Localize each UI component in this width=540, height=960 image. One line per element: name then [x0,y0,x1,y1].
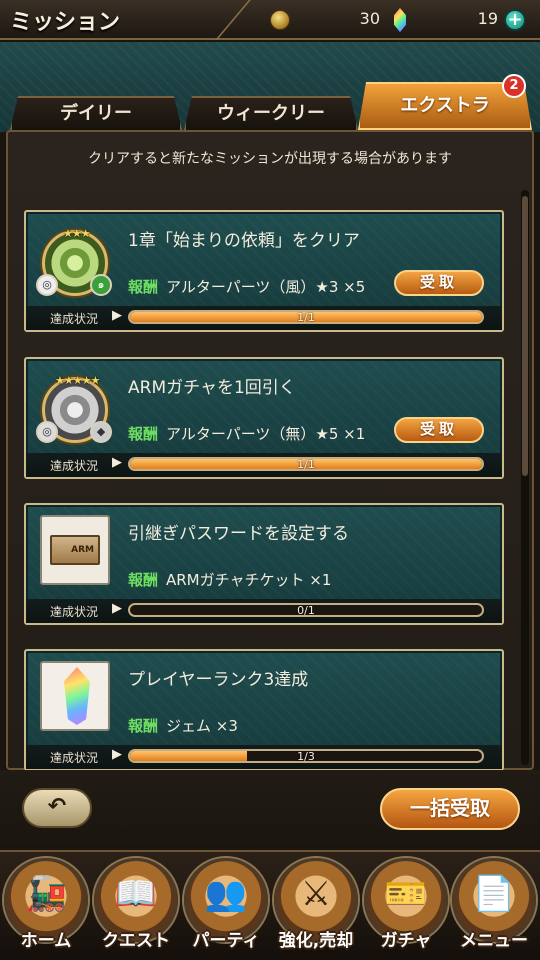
element-icon: ◎ [36,421,58,443]
notification-badge: 2 [502,74,526,98]
book-icon: 📖 [114,874,158,914]
reward-label: 報酬 [128,278,159,296]
reward-text: ARMガチャチケット ×1 [166,571,332,589]
back-button[interactable]: ↶ [22,788,92,828]
page-title: ミッション [10,10,121,35]
mission-card: プレイヤーランク3達成 報酬 ジェム ×3 達成状況 ▶ 1/3 [24,649,504,771]
status-label: 達成状況 [50,312,99,326]
status-label: 達成状況 [50,751,99,765]
swords-icon: ⚔ [300,874,332,914]
mission-title: ARMガチャを1回引く [128,378,296,398]
tab-weekly[interactable]: ウィークリー [184,96,358,130]
nav-label: メニュー [460,931,528,951]
gem-crystal-icon [64,667,90,725]
nav-enhance[interactable]: ⚔ 強化,売却 [272,856,360,956]
nav-label: パーティ [192,931,260,951]
chevron-right-icon: ▶ [112,601,122,616]
reward-label: 報酬 [128,571,159,589]
mission-title: 引継ぎパスワードを設定する [128,524,349,544]
status-row: 達成状況 ▶ 1/1 [26,306,502,330]
gem-icon [394,8,406,32]
header-bar: ミッション 30 19 + [0,0,540,40]
status-row: 達成状況 ▶ 0/1 [26,599,502,623]
rarity-stars: ★★★ [63,227,91,240]
train-icon: 🚂 [24,874,68,914]
mission-card: ARM 引継ぎパスワードを設定する 報酬 ARMガチャチケット ×1 達成状況 … [24,503,504,625]
header-divider [215,0,269,40]
progress-bar: 1/1 [128,457,484,471]
status-label: 達成状況 [50,605,99,619]
notice-text: クリアすると新たなミッションが出現する場合があります [88,151,452,167]
status-label: 達成状況 [50,459,99,473]
progress-text: 1/1 [297,458,315,471]
element-icon: ◎ [36,274,58,296]
status-row: 達成状況 ▶ 1/3 [26,745,502,769]
ticket-label: ARM [50,535,100,565]
progress-bar: 1/3 [128,749,484,763]
rarity-stars: ★★★★★ [55,374,100,387]
nav-label: 強化,売却 [278,931,354,951]
bulk-claim-button[interactable]: 一括受取 [380,788,520,830]
mission-card: ★★★ ◎ ๑ 1章「始まりの依頼」をクリア 報酬 アルターパーツ（風）★3 ×… [24,210,504,332]
progress-text: 0/1 [297,604,315,617]
mission-title: プレイヤーランク3達成 [128,670,309,690]
gacha-icon: 🎫 [384,874,428,914]
nav-label: ガチャ [380,931,432,951]
nav-menu[interactable]: 📄 メニュー [450,856,538,956]
chevron-right-icon: ▶ [112,308,122,323]
gem-crystal-frame [40,661,110,731]
nav-gacha[interactable]: 🎫 ガチャ [362,856,450,956]
coin-count: 30 [359,9,380,28]
plus-icon: + [507,9,523,30]
reward-text: ジェム ×3 [166,717,238,735]
reward-label: 報酬 [128,425,159,443]
chevron-right-icon: ▶ [112,747,122,762]
scrollbar-thumb[interactable] [522,196,528,476]
gacha-ticket-icon: ARM [40,515,110,585]
party-icon: 👥 [204,874,248,914]
progress-text: 1/3 [297,750,315,763]
progress-text: 1/1 [297,311,315,324]
nav-label: ホーム [20,931,72,951]
progress-bar: 0/1 [128,603,484,617]
gem-count: 19 [477,9,498,28]
reward-label: 報酬 [128,717,159,735]
progress-bar: 1/1 [128,310,484,324]
reward-text: アルターパーツ（風）★3 ×5 [166,278,366,296]
coin-icon [270,10,290,30]
neutral-element-icon: ◆ [90,421,112,443]
claim-button[interactable]: 受取 [394,417,484,443]
mission-card: ★★★★★ ◎ ◆ ARMガチャを1回引く 報酬 アルターパーツ（無）★5 ×1… [24,357,504,479]
add-gems-button[interactable]: + [504,9,526,31]
chevron-right-icon: ▶ [112,455,122,470]
nav-label: クエスト [102,931,170,951]
status-row: 達成状況 ▶ 1/1 [26,453,502,477]
claim-button[interactable]: 受取 [394,270,484,296]
mission-title: 1章「始まりの依頼」をクリア [128,231,360,251]
nav-party[interactable]: 👥 パーティ [182,856,270,956]
menu-icon: 📄 [472,874,516,914]
reward-text: アルターパーツ（無）★5 ×1 [166,425,366,443]
nav-home[interactable]: 🚂 ホーム [2,856,90,956]
tab-daily[interactable]: デイリー [10,96,182,130]
nav-quest[interactable]: 📖 クエスト [92,856,180,956]
wind-icon: ๑ [90,274,112,296]
back-arrow-icon: ↶ [47,794,67,819]
